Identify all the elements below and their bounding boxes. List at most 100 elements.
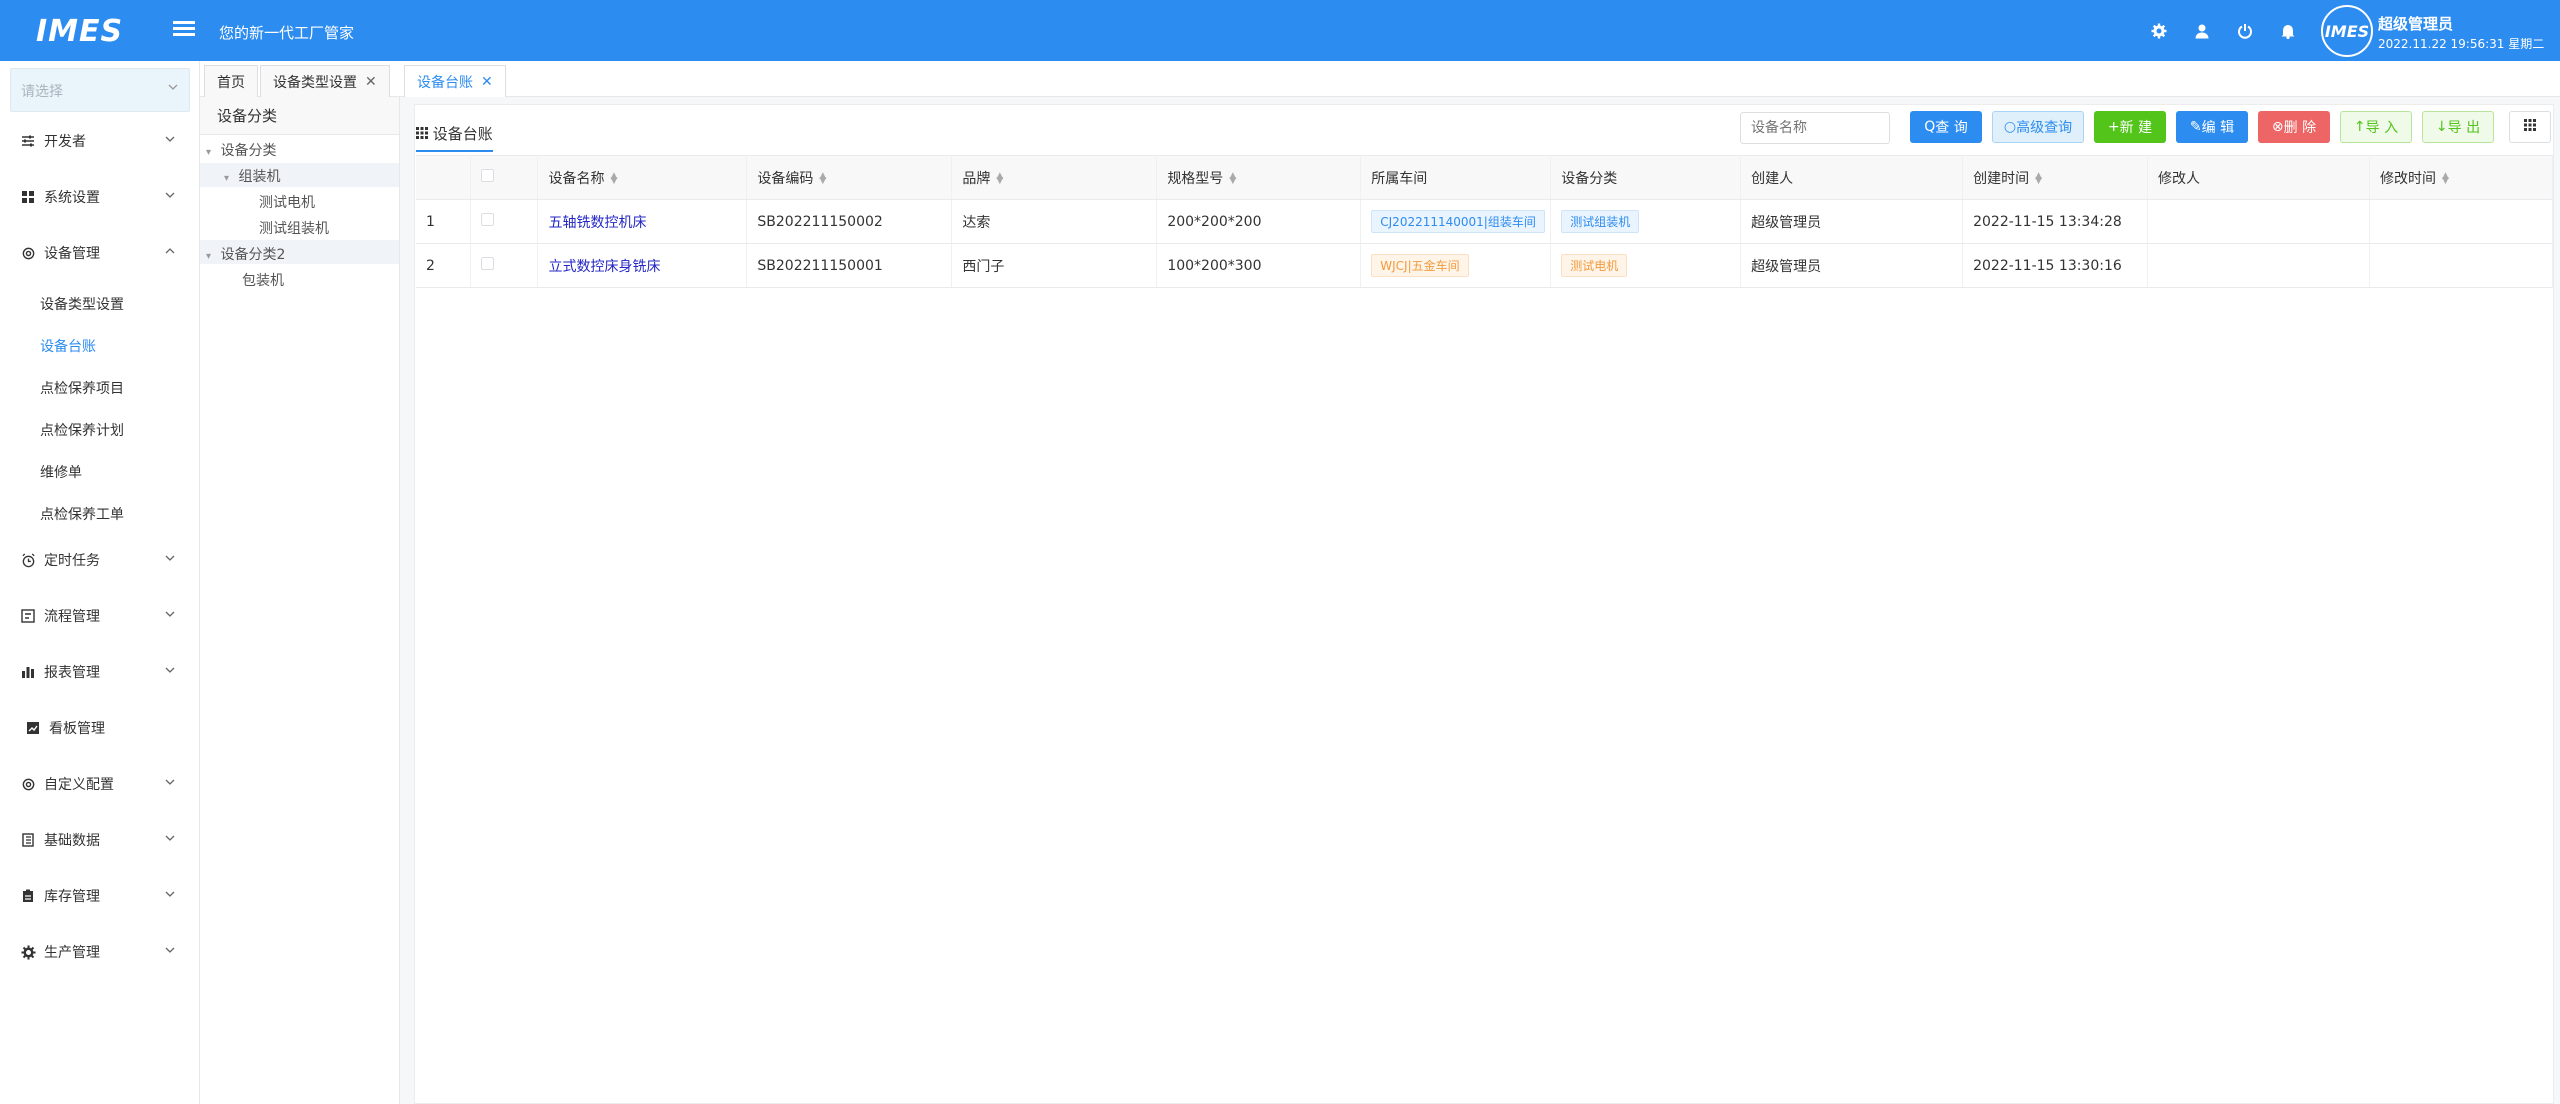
- chevron-down-icon: [167, 81, 179, 97]
- sort-icon[interactable]: ▲ ▼: [996, 171, 1003, 185]
- sort-icon[interactable]: ▲ ▼: [2442, 171, 2449, 185]
- sidebar-item-label: 自定义配置: [44, 777, 114, 793]
- table-row[interactable]: 2 立式数控床身铣床 SB202211150001 西门子 100*200*30…: [416, 243, 2554, 288]
- creator: 超级管理员: [1740, 243, 1964, 288]
- tree-node-test-motor[interactable]: 测试电机: [259, 192, 315, 212]
- sidebar-sub-repair-order[interactable]: 维修单: [40, 462, 82, 482]
- tree-node-label: 设备分类2: [220, 247, 286, 263]
- trash-icon: ⊗: [2271, 119, 2284, 135]
- sort-icon[interactable]: ▲ ▼: [819, 171, 826, 185]
- tree-header: 设备分类: [200, 97, 399, 135]
- bell-icon[interactable]: [2277, 20, 2299, 42]
- row-index: 2: [416, 243, 472, 288]
- clipboard-icon: [20, 888, 36, 904]
- sort-icon[interactable]: ▲ ▼: [610, 171, 617, 185]
- export-button[interactable]: ↓ 导 出: [2422, 111, 2494, 143]
- sidebar-item-scheduled-tasks[interactable]: 定时任务: [0, 538, 200, 582]
- tree-node-root[interactable]: ▾ 设备分类: [206, 140, 276, 160]
- row-checkbox[interactable]: [481, 257, 495, 270]
- sidebar-item-developer[interactable]: 开发者: [0, 119, 200, 163]
- sidebar-item-production[interactable]: 生产管理: [0, 930, 200, 974]
- sidebar-item-reports[interactable]: 报表管理: [0, 650, 200, 694]
- column-settings-button[interactable]: [2509, 111, 2551, 143]
- sidebar-item-label: 报表管理: [44, 665, 100, 681]
- caret-down-icon[interactable]: ▾: [224, 173, 234, 184]
- column-header: 设备分类: [1550, 155, 1742, 200]
- close-icon[interactable]: ✕: [481, 74, 493, 90]
- button-label: 高级查询: [2016, 120, 2073, 136]
- chevron-down-icon: [164, 776, 176, 792]
- sidebar-item-label: 基础数据: [44, 833, 100, 849]
- sidebar-item-process[interactable]: 流程管理: [0, 594, 200, 638]
- category-tag: 测试电机: [1561, 254, 1628, 277]
- pencil-icon: ✎: [2189, 119, 2202, 135]
- sidebar-item-basic-data[interactable]: 基础数据: [0, 818, 200, 862]
- settings-icon[interactable]: [2148, 20, 2170, 42]
- avatar[interactable]: IMES: [2321, 5, 2373, 57]
- advanced-query-button[interactable]: ○ 高级查询: [1992, 111, 2084, 143]
- cog-icon: [20, 944, 36, 960]
- tab-equipment-type[interactable]: 设备类型设置 ✕: [260, 65, 390, 97]
- sidebar-item-system-settings[interactable]: 系统设置: [0, 175, 200, 219]
- tab-home[interactable]: 首页: [204, 65, 258, 97]
- column-header[interactable]: 设备编码 ▲ ▼: [746, 155, 953, 200]
- sort-icon[interactable]: ▲ ▼: [2035, 171, 2042, 185]
- user-icon[interactable]: [2191, 20, 2213, 42]
- ledger-panel: 设备台账 Q查 询 ○高级查询 +新 建 ✎编 辑 ⊗删 除 ↑导 入 ↓导 出: [414, 104, 2554, 1104]
- column-header[interactable]: 设备名称 ▲ ▼: [537, 155, 748, 200]
- alarm-icon: [20, 552, 36, 568]
- new-button[interactable]: + 新 建: [2094, 111, 2166, 143]
- caret-down-icon[interactable]: ▾: [206, 251, 216, 262]
- import-button[interactable]: ↑ 导 入: [2340, 111, 2412, 143]
- column-header[interactable]: 规格型号 ▲ ▼: [1156, 155, 1362, 200]
- org-select-placeholder: 请选择: [21, 84, 63, 100]
- row-checkbox[interactable]: [481, 213, 495, 226]
- bar-chart-icon: [20, 664, 36, 680]
- chevron-down-icon: [164, 888, 176, 904]
- sidebar-sub-equipment-type[interactable]: 设备类型设置: [40, 294, 124, 314]
- sidebar-sub-equipment-ledger[interactable]: 设备台账: [40, 336, 96, 356]
- tree-node-packaging[interactable]: 包装机: [242, 270, 284, 290]
- search-icon: ○: [2003, 119, 2017, 135]
- delete-button[interactable]: ⊗ 删 除: [2258, 111, 2330, 143]
- column-header: 所属车间: [1360, 155, 1552, 200]
- tree-node-category2[interactable]: ▾ 设备分类2: [206, 244, 285, 264]
- sidebar-item-inventory[interactable]: 库存管理: [0, 874, 200, 918]
- column-header[interactable]: 修改时间 ▲ ▼: [2369, 155, 2554, 200]
- sidebar-item-label: 看板管理: [49, 721, 105, 737]
- query-button[interactable]: Q查 询: [1910, 111, 1982, 143]
- modified-time: [2369, 199, 2554, 244]
- sidebar-item-dashboard[interactable]: 看板管理: [0, 706, 200, 750]
- equipment-name-link[interactable]: 五轴铣数控机床: [548, 215, 646, 231]
- caret-down-icon[interactable]: ▾: [206, 147, 216, 158]
- equipment-brand: 达索: [951, 199, 1158, 244]
- table-row[interactable]: 1 五轴铣数控机床 SB202211150002 达索 200*200*200 …: [416, 199, 2554, 244]
- column-header[interactable]: 创建时间 ▲ ▼: [1962, 155, 2149, 200]
- sidebar-item-custom-config[interactable]: 自定义配置: [0, 762, 200, 806]
- sidebar-sub-inspection-items[interactable]: 点检保养项目: [40, 378, 124, 398]
- select-all-checkbox[interactable]: [481, 169, 495, 182]
- edit-button[interactable]: ✎ 编 辑: [2176, 111, 2248, 143]
- user-name[interactable]: 超级管理员: [2378, 13, 2453, 34]
- chevron-down-icon: [164, 189, 176, 205]
- sidebar-item-equipment[interactable]: 设备管理: [0, 231, 200, 275]
- org-select[interactable]: 请选择: [10, 68, 190, 112]
- sidebar-sub-inspection-workorder[interactable]: 点检保养工单: [40, 504, 124, 524]
- equipment-name-link[interactable]: 立式数控床身铣床: [548, 259, 660, 275]
- tab-equipment-ledger[interactable]: 设备台账 ✕: [404, 65, 506, 97]
- power-icon[interactable]: [2234, 20, 2256, 42]
- column-header-label: 设备名称: [548, 170, 605, 187]
- close-icon[interactable]: ✕: [365, 74, 377, 90]
- tree-node-label: 设备分类: [220, 143, 277, 159]
- column-header-label: 规格型号: [1167, 170, 1224, 187]
- search-input[interactable]: [1740, 112, 1890, 144]
- column-header-label: 创建人: [1751, 170, 1794, 187]
- column-header[interactable]: 品牌 ▲ ▼: [951, 155, 1158, 200]
- tree-node-test-assembly[interactable]: 测试组装机: [259, 218, 329, 238]
- sort-icon[interactable]: ▲ ▼: [1229, 171, 1236, 185]
- app-slogan: 您的新一代工厂管家: [219, 24, 355, 42]
- sidebar-sub-inspection-plan[interactable]: 点检保养计划: [40, 420, 124, 440]
- menu-toggle-icon[interactable]: [173, 18, 195, 40]
- equipment-table: 设备名称 ▲ ▼ 设备编码 ▲ ▼ 品牌 ▲ ▼ 规格型号 ▲ ▼ 所属车间 设备分类 创建人 …: [416, 155, 2554, 288]
- tree-node-assembly[interactable]: ▾ 组装机: [224, 166, 280, 186]
